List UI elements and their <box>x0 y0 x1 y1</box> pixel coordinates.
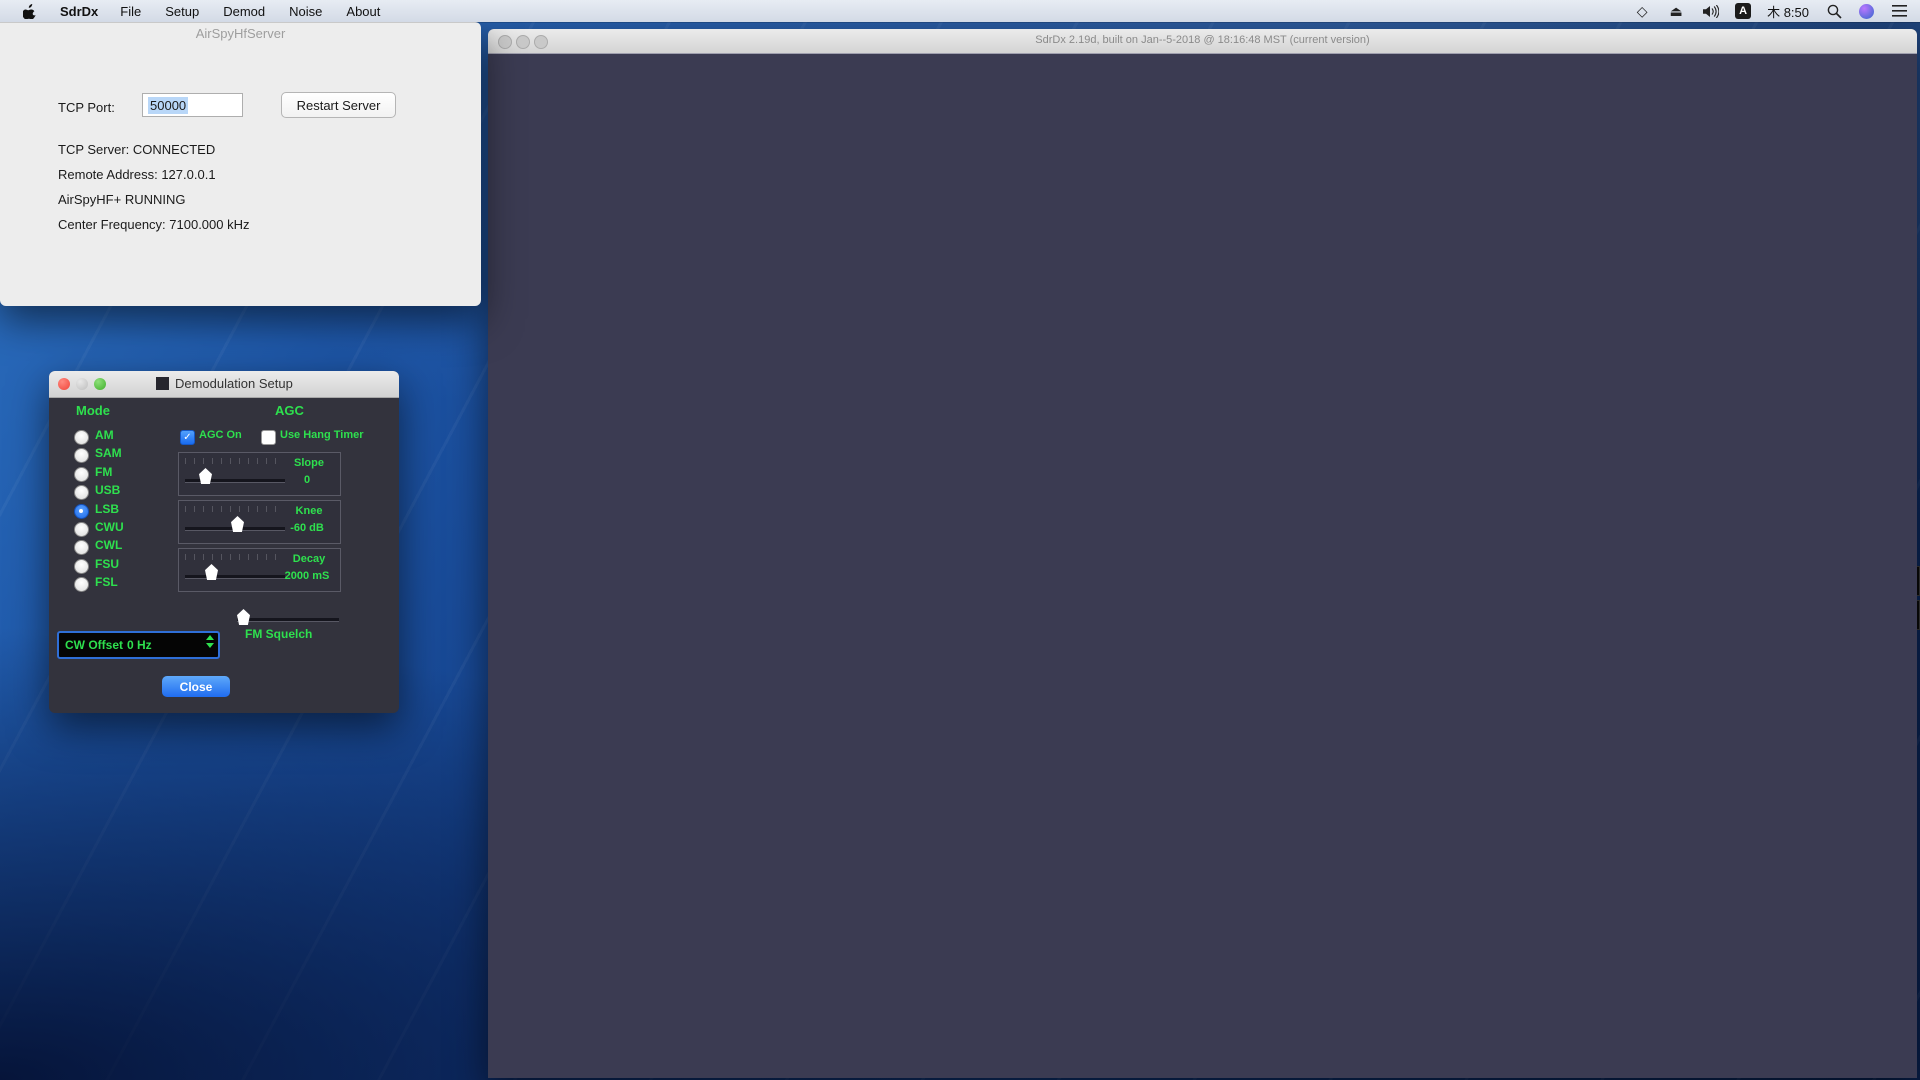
tcp-port-label: TCP Port: <box>58 100 115 115</box>
tcp-port-input[interactable]: 50000 <box>142 93 243 117</box>
mode-radio-lsb[interactable] <box>74 504 89 519</box>
slope-slider[interactable] <box>199 468 212 484</box>
notification-center-icon[interactable] <box>1890 2 1908 20</box>
apple-menu-icon[interactable] <box>20 2 38 20</box>
use-hang-timer-checkbox[interactable] <box>261 430 276 445</box>
sdrdx-window: SdrDx 2.19d, built on Jan--5-2018 @ 18:1… <box>488 29 1917 1078</box>
airspy-status-line: AirSpyHF+ RUNNING <box>58 192 186 207</box>
close-button[interactable]: Close <box>162 676 230 697</box>
close-dialog-button[interactable] <box>58 378 70 390</box>
mode-radio-usb[interactable] <box>74 485 89 500</box>
spotlight-icon[interactable] <box>1825 2 1843 20</box>
mode-radio-am[interactable] <box>74 430 89 445</box>
dialog-icon <box>156 377 169 390</box>
airspy-title: AirSpyHfServer <box>0 26 481 41</box>
agc-heading: AGC <box>275 403 304 418</box>
menu-clock[interactable]: 木 8:50 <box>1767 2 1809 21</box>
mode-radio-cwl[interactable] <box>74 540 89 555</box>
eject-icon[interactable]: ⏏ <box>1667 2 1685 20</box>
menu-setup[interactable]: Setup <box>165 4 199 19</box>
menu-noise[interactable]: Noise <box>289 4 322 19</box>
fm-squelch-slider[interactable] <box>237 609 250 625</box>
dialog-title: Demodulation Setup <box>175 376 293 391</box>
mode-radio-fsl[interactable] <box>74 577 89 592</box>
menu-about[interactable]: About <box>346 4 380 19</box>
sdrdx-title-bar[interactable]: SdrDx 2.19d, built on Jan--5-2018 @ 18:1… <box>488 29 1917 54</box>
mode-radio-cwu[interactable] <box>74 522 89 537</box>
airspy-status-line: TCP Server: CONNECTED <box>58 142 215 157</box>
menu-demod[interactable]: Demod <box>223 4 265 19</box>
agc-decay-group: Decay2000 mS <box>178 548 341 592</box>
restart-server-button[interactable]: Restart Server <box>281 92 396 118</box>
mode-radio-sam[interactable] <box>74 448 89 463</box>
airspy-status-line: Center Frequency: 7100.000 kHz <box>58 217 250 232</box>
desktop: SdrDx File Setup Demod Noise About ◇ ⏏ A 木 8… <box>0 0 1920 1080</box>
zoom-dialog-button[interactable] <box>94 378 106 390</box>
agc-on-checkbox[interactable]: ✓ <box>180 430 195 445</box>
airplay-icon[interactable]: ◇ <box>1633 2 1651 20</box>
airspy-status-line: Remote Address: 127.0.0.1 <box>58 167 216 182</box>
mode-radio-fm[interactable] <box>74 467 89 482</box>
decay-slider[interactable] <box>205 564 218 580</box>
menu-app-name[interactable]: SdrDx <box>60 4 98 19</box>
cw-offset-field[interactable]: CW Offset0 Hz <box>57 631 220 659</box>
menu-bar: SdrDx File Setup Demod Noise About ◇ ⏏ A 木 8… <box>0 0 1920 22</box>
demod-setup-dialog: Demodulation Setup Mode AGC CW Offset0 H… <box>49 371 399 713</box>
airspy-window: AirSpyHfServer TCP Port: 50000 Restart S… <box>0 22 481 306</box>
mode-radio-fsu[interactable] <box>74 559 89 574</box>
demod-title-bar[interactable]: Demodulation Setup <box>49 371 399 398</box>
volume-icon[interactable] <box>1701 2 1719 20</box>
window-title: SdrDx 2.19d, built on Jan--5-2018 @ 18:1… <box>488 34 1917 46</box>
knee-slider[interactable] <box>231 516 244 532</box>
agc-knee-group: Knee-60 dB <box>178 500 341 544</box>
menu-file[interactable]: File <box>120 4 141 19</box>
minimize-dialog-button[interactable] <box>76 378 88 390</box>
siri-icon[interactable] <box>1859 4 1874 19</box>
input-source-icon[interactable]: A <box>1735 3 1751 19</box>
mode-heading: Mode <box>76 403 110 418</box>
cw-offset-stepper[interactable] <box>206 635 214 648</box>
agc-slope-group: Slope0 <box>178 452 341 496</box>
